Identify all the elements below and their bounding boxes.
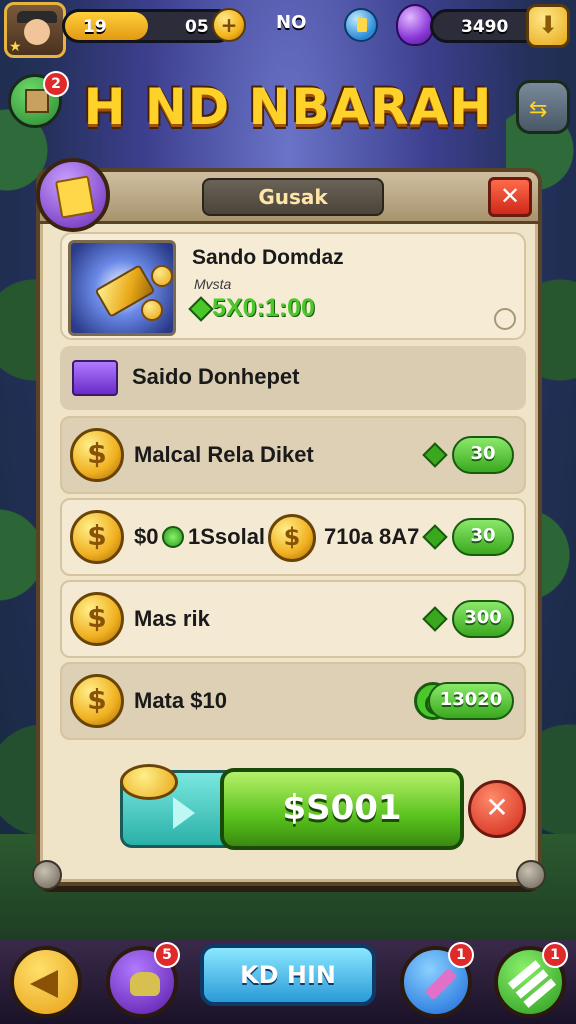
face-icon <box>24 19 50 45</box>
item-label-right: 710a 8A7 <box>324 524 420 549</box>
pencil-button[interactable]: 1 <box>400 942 474 1018</box>
rivet-icon <box>32 860 62 890</box>
coin-icon: $ <box>70 592 124 646</box>
featured-price: 5X0:1:00 <box>212 294 315 322</box>
price-button[interactable]: 300 <box>452 600 514 638</box>
shop-item-3[interactable]: $ Mas rik 300 <box>60 580 526 658</box>
shop-item-4[interactable]: $ Mata $10 13020 <box>60 662 526 740</box>
box-icon <box>72 360 118 396</box>
panel-tab-label[interactable]: Gusak <box>202 178 384 216</box>
avatar[interactable]: ★ <box>4 2 66 58</box>
game-title: H ND NBARAH <box>83 78 493 136</box>
bottom-nav: 5 KD HIN 1 1 <box>0 940 576 1024</box>
item-label-mid: 1Ssolal <box>188 524 266 549</box>
item-label: Mata $10 <box>134 688 227 713</box>
map-button[interactable]: 2 <box>8 71 69 128</box>
gem-count: 3490 <box>461 17 509 37</box>
cash-icon <box>422 606 448 632</box>
item-label: Malcal Rela Diket <box>134 442 314 467</box>
shield-icon[interactable]: ⬇ <box>526 4 570 48</box>
cash-icon <box>422 442 448 468</box>
shop-item-2[interactable]: $ $0 1Ssolal $ 710a 8A7 30 <box>60 498 526 576</box>
panel-actions: $S001 ✕ <box>40 764 538 856</box>
buy-button[interactable]: $S001 <box>220 768 464 850</box>
item-label: $0 <box>134 524 159 549</box>
list-button[interactable]: 1 <box>494 942 568 1018</box>
bag-button[interactable]: 5 <box>106 942 180 1018</box>
star-icon: ★ <box>9 39 22 55</box>
purple-gem-icon <box>396 4 434 46</box>
price-button[interactable]: 30 <box>452 518 514 556</box>
pencil-badge: 1 <box>448 942 474 968</box>
xp-bar: 19 05 <box>62 9 234 43</box>
center-button[interactable]: KD HIN <box>200 944 376 1006</box>
scroll-icon <box>36 158 110 232</box>
coin-icon: $ <box>70 428 124 482</box>
pencil-icon <box>424 967 458 1001</box>
featured-subtitle: Mvsta <box>194 276 232 292</box>
coin-icon <box>151 265 173 287</box>
top-hud: ★ 19 05 + NO 3490 ⬇ <box>0 0 576 58</box>
bag-icon <box>130 972 160 996</box>
swap-button[interactable]: ⇆ <box>516 80 570 134</box>
featured-title: Sando Domdaz <box>192 246 344 269</box>
price-button[interactable]: 13020 <box>428 682 514 720</box>
list-badge: 1 <box>542 942 568 968</box>
coin-icon: $ <box>70 674 124 728</box>
cash-icon <box>422 524 448 550</box>
coin-icon <box>141 299 163 321</box>
info-icon[interactable] <box>494 308 516 330</box>
bag-badge: 5 <box>154 942 180 968</box>
coin-icon[interactable]: + <box>212 8 246 42</box>
cancel-button[interactable]: ✕ <box>468 780 526 838</box>
panel-header: Gusak ✕ <box>40 172 538 224</box>
category-header: Saido Donhepet <box>60 346 526 410</box>
blue-gem-icon[interactable] <box>344 8 378 42</box>
coin-count: 05 <box>185 17 209 37</box>
cash-icon <box>188 296 214 322</box>
shop-item-1[interactable]: $ Malcal Rela Diket 30 <box>60 416 526 494</box>
category-label: Saido Donhepet <box>132 364 300 389</box>
close-button[interactable]: ✕ <box>488 177 532 217</box>
featured-offer[interactable]: Sando Domdaz Mvsta 5X0:1:00 <box>60 232 526 340</box>
swap-icon: ⇆ <box>529 97 548 122</box>
shop-panel: Gusak ✕ Sando Domdaz Mvsta 5X0:1:00 Said… <box>32 158 546 890</box>
coin-icon: $ <box>268 514 316 562</box>
item-label: Mas rik <box>134 606 210 631</box>
back-icon <box>30 970 58 998</box>
level-text: 19 <box>83 17 107 37</box>
rivet-icon <box>516 860 546 890</box>
ring-icon <box>162 526 184 548</box>
coin-stack-icon <box>120 764 178 800</box>
list-icon <box>515 969 549 999</box>
back-button[interactable] <box>10 946 82 1018</box>
gold-bar-image <box>68 240 176 336</box>
coin-icon: $ <box>70 510 124 564</box>
hud-label: NO <box>276 12 307 33</box>
map-badge: 2 <box>43 71 69 97</box>
price-button[interactable]: 30 <box>452 436 514 474</box>
